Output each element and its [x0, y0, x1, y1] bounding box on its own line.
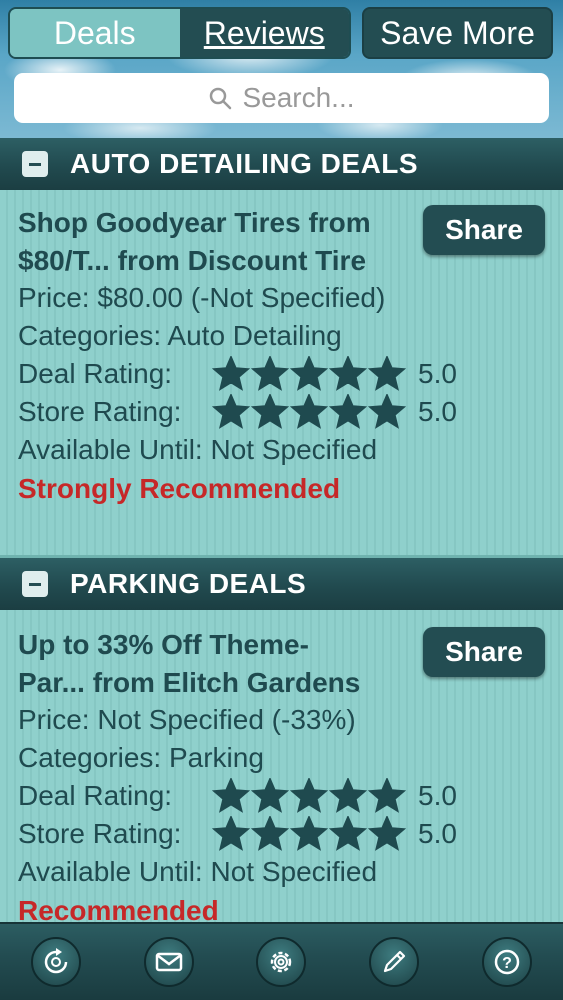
section-title: AUTO DETAILING DEALS: [70, 148, 419, 179]
header-bar: Deals Reviews Save More Search...: [0, 0, 563, 138]
star-icon: [212, 356, 250, 391]
star-icon: [212, 394, 250, 429]
star-icon: [251, 394, 289, 429]
star-icon: [251, 356, 289, 391]
search-input[interactable]: Search...: [14, 73, 549, 123]
settings-button[interactable]: [256, 937, 306, 987]
store-rating-label: Store Rating:: [18, 396, 182, 427]
save-more-button[interactable]: Save More: [362, 7, 553, 59]
gear-icon: [270, 951, 292, 973]
deal-rating-stars: [212, 778, 407, 814]
search-icon: [210, 87, 232, 110]
store-rating-value: 5.0: [418, 818, 457, 849]
store-rating-stars: [212, 394, 407, 430]
star-icon: [290, 356, 328, 391]
mail-button[interactable]: [144, 937, 194, 987]
star-icon: [368, 816, 406, 851]
deal-card[interactable]: Up to 33% Off Theme- Par... from Elitch …: [0, 610, 563, 922]
star-icon: [290, 394, 328, 429]
star-icon: [368, 394, 406, 429]
store-rating-value: 5.0: [418, 396, 457, 427]
collapse-toggle-icon[interactable]: [22, 151, 48, 177]
star-icon: [329, 778, 367, 813]
deal-title[interactable]: Up to 33% Off Theme- Par... from Elitch …: [18, 626, 418, 702]
star-icon: [368, 778, 406, 813]
deal-available-until: Available Until: Not Specified: [18, 434, 378, 465]
deal-rating-stars: [212, 356, 407, 392]
tab-reviews-label: Reviews: [203, 14, 325, 51]
deal-rating-value: 5.0: [418, 358, 457, 389]
star-icon: [212, 778, 250, 813]
deal-available-until: Available Until: Not Specified: [18, 856, 378, 887]
deal-categories: Categories: Auto Detailing: [18, 320, 342, 351]
svg-text:?: ?: [502, 955, 512, 972]
deal-rating-value: 5.0: [418, 780, 457, 811]
deal-categories: Categories: Parking: [18, 742, 264, 773]
star-icon: [212, 816, 250, 851]
deal-title-line1: Up to 33% Off Theme-: [18, 629, 309, 660]
deal-rating-label: Deal Rating:: [18, 358, 173, 389]
star-icon: [251, 816, 289, 851]
refresh-icon: [44, 948, 68, 974]
star-icon: [368, 356, 406, 391]
deal-card[interactable]: Shop Goodyear Tires from $80/T... from D…: [0, 190, 563, 555]
star-icon: [329, 394, 367, 429]
star-icon: [329, 356, 367, 391]
segment-control: Deals Reviews: [8, 7, 351, 59]
search-placeholder: Search...: [242, 82, 355, 113]
share-button[interactable]: Share: [423, 205, 545, 255]
bottom-toolbar: ?: [0, 922, 563, 1000]
mail-icon: [155, 952, 183, 972]
collapse-toggle-icon[interactable]: [22, 571, 48, 597]
star-icon: [290, 816, 328, 851]
deal-title[interactable]: Shop Goodyear Tires from $80/T... from D…: [18, 204, 418, 280]
star-icon: [290, 778, 328, 813]
deal-title-line2: $80/T... from Discount Tire: [18, 245, 367, 276]
deal-title-line2: Par... from Elitch Gardens: [18, 667, 361, 698]
write-review-button[interactable]: [369, 937, 419, 987]
section-header-auto-detailing[interactable]: AUTO DETAILING DEALS: [0, 138, 563, 190]
store-rating-stars: [212, 816, 407, 852]
recommendation-text: Strongly Recommended: [18, 473, 341, 504]
deal-title-line1: Shop Goodyear Tires from: [18, 207, 371, 238]
tab-reviews[interactable]: Reviews: [179, 9, 349, 57]
recommendation-text: Recommended: [18, 895, 219, 922]
deal-price: Price: $80.00 (-Not Specified): [18, 282, 386, 313]
share-button[interactable]: Share: [423, 627, 545, 677]
section-header-parking[interactable]: PARKING DEALS: [0, 558, 563, 610]
refresh-button[interactable]: [31, 937, 81, 987]
deal-price: Price: Not Specified (-33%): [18, 704, 356, 735]
star-icon: [329, 816, 367, 851]
deal-rating-label: Deal Rating:: [18, 780, 173, 811]
share-label: Share: [445, 214, 523, 245]
tab-deals[interactable]: Deals: [10, 9, 180, 57]
help-button[interactable]: ?: [482, 937, 532, 987]
section-title: PARKING DEALS: [70, 568, 307, 599]
share-label: Share: [445, 636, 523, 667]
save-more-label: Save More: [380, 14, 535, 51]
store-rating-label: Store Rating:: [18, 818, 182, 849]
help-icon: ?: [494, 949, 520, 975]
pencil-icon: [383, 950, 406, 973]
star-icon: [251, 778, 289, 813]
tab-deals-label: Deals: [53, 14, 136, 51]
